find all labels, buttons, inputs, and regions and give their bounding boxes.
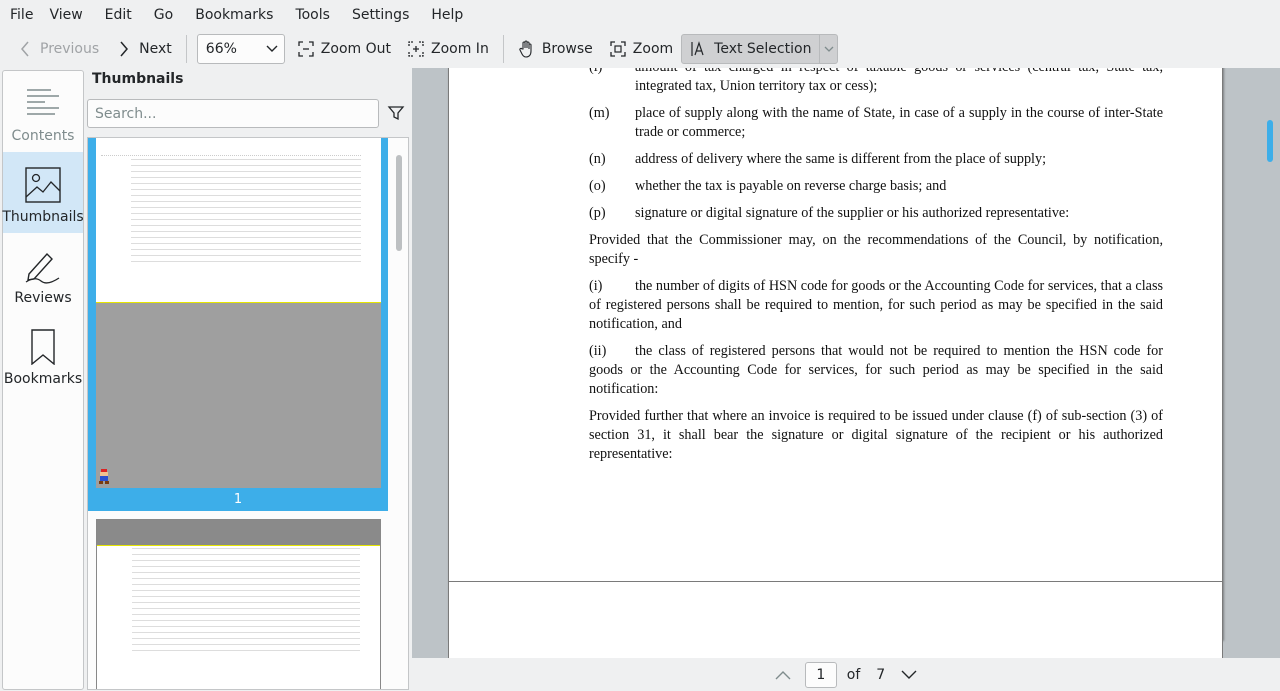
next-page-icon[interactable] [899, 665, 919, 685]
zoom-tool-label: Zoom [632, 41, 674, 57]
menu-view[interactable]: View [43, 0, 88, 30]
text-cursor-icon [690, 40, 708, 58]
zoom-in-button[interactable]: Zoom In [399, 34, 497, 64]
zoom-tool-button[interactable]: Zoom [601, 34, 681, 64]
bookmarks-icon [31, 329, 55, 365]
thumbnail-page-number: 1 [233, 492, 243, 507]
sidebar-tab-label: Contents [11, 128, 75, 144]
main-toolbar: Previous Next 66% Zoom Out Zoom In Brows… [0, 30, 1280, 68]
page-of-label: of [846, 666, 861, 683]
zoom-out-icon [297, 40, 315, 58]
page-text: (l) amount of tax charged in respect of … [589, 68, 1163, 472]
page-total-count: 7 [876, 666, 886, 683]
clause-p: (p) signature or digital signature of th… [589, 205, 1070, 221]
previous-page-icon[interactable] [773, 665, 793, 685]
clause-l: (l) amount of tax charged in respect of … [589, 68, 1163, 94]
sidebar-tab-reviews[interactable]: Reviews [3, 233, 83, 314]
previous-label: Previous [40, 41, 100, 57]
item-i: (i) the number of digits of HSN code for … [589, 278, 1163, 332]
menu-bookmarks[interactable]: Bookmarks [189, 0, 279, 30]
thumbnail-page-1[interactable]: 1 [88, 138, 388, 511]
page-navigation-bar: 1 of 7 [412, 658, 1280, 691]
zoom-out-button[interactable]: Zoom Out [289, 34, 399, 64]
menu-file[interactable]: File [4, 0, 39, 30]
menu-bar: File View Edit Go Bookmarks Tools Settin… [0, 0, 1280, 30]
thumbnail-page-1-preview [96, 138, 381, 488]
sidebar-tab-bookmarks[interactable]: Bookmarks [3, 314, 83, 395]
visible-area-highlight [97, 520, 380, 546]
menu-go[interactable]: Go [148, 0, 179, 30]
current-page-input[interactable]: 1 [804, 661, 837, 688]
proviso-paragraph: Provided that the Commissioner may, on t… [589, 232, 1163, 267]
contents-icon [27, 89, 59, 115]
text-selection-label: Text Selection [714, 41, 812, 57]
clause-n: (n) address of delivery where the same i… [589, 151, 1047, 167]
document-view[interactable]: (l) amount of tax charged in respect of … [412, 68, 1280, 658]
next-label: Next [139, 41, 172, 57]
zoom-out-label: Zoom Out [320, 41, 391, 57]
thumbnail-scrollbar[interactable] [396, 155, 402, 251]
text-selection-tool-button[interactable]: Text Selection [681, 34, 839, 64]
visible-area-highlight [96, 302, 381, 488]
previous-button[interactable]: Previous [8, 34, 107, 64]
zoom-in-label: Zoom In [431, 41, 489, 57]
chevron-left-icon [16, 40, 34, 58]
menu-tools[interactable]: Tools [289, 0, 336, 30]
thumbnail-list[interactable]: 1 [87, 137, 409, 690]
zoom-value: 66% [205, 41, 237, 57]
zoom-select[interactable]: 66% [196, 34, 285, 64]
thumbnail-search-input[interactable] [87, 99, 379, 128]
mascot-icon [98, 469, 110, 485]
reviews-icon [25, 252, 60, 284]
item-ii: (ii) the class of registered persons that… [589, 343, 1163, 397]
document-page-2 [448, 581, 1223, 658]
document-page-1: (l) amount of tax charged in respect of … [448, 68, 1223, 639]
sidebar-tab-label: Reviews [14, 290, 72, 306]
next-button[interactable]: Next [107, 34, 180, 64]
sidebar-tab-label: Thumbnails [2, 209, 84, 225]
sidebar-tab-contents[interactable]: Contents [3, 71, 83, 152]
browse-label: Browse [541, 41, 593, 57]
proviso-further-paragraph: Provided further that where an invoice i… [589, 408, 1163, 462]
menu-edit[interactable]: Edit [99, 0, 138, 30]
hand-icon [518, 40, 536, 58]
document-scrollbar[interactable] [1267, 120, 1273, 162]
thumbnails-icon [25, 167, 61, 203]
browse-tool-button[interactable]: Browse [510, 34, 601, 64]
chevron-right-icon [115, 40, 133, 58]
clause-m: (m) place of supply along with the name … [589, 105, 1163, 140]
thumbnail-page-2[interactable] [96, 519, 381, 689]
thumbnails-panel-title: Thumbnails [92, 71, 184, 87]
menu-help[interactable]: Help [425, 0, 469, 30]
sidebar-tab-thumbnails[interactable]: Thumbnails [2, 152, 84, 233]
side-panel-tabs: Contents Thumbnails Reviews Bookmarks [2, 70, 84, 690]
toolbar-separator [502, 35, 504, 63]
text-selection-dropdown-icon[interactable] [819, 34, 837, 64]
chevron-down-icon [266, 41, 278, 57]
sidebar-tab-label: Bookmarks [3, 371, 83, 387]
zoom-in-icon [407, 40, 425, 58]
toolbar-separator [185, 35, 187, 63]
filter-icon[interactable] [387, 104, 405, 122]
menu-settings[interactable]: Settings [346, 0, 415, 30]
zoom-tool-icon [609, 40, 627, 58]
clause-o: (o) whether the tax is payable on revers… [589, 178, 947, 194]
